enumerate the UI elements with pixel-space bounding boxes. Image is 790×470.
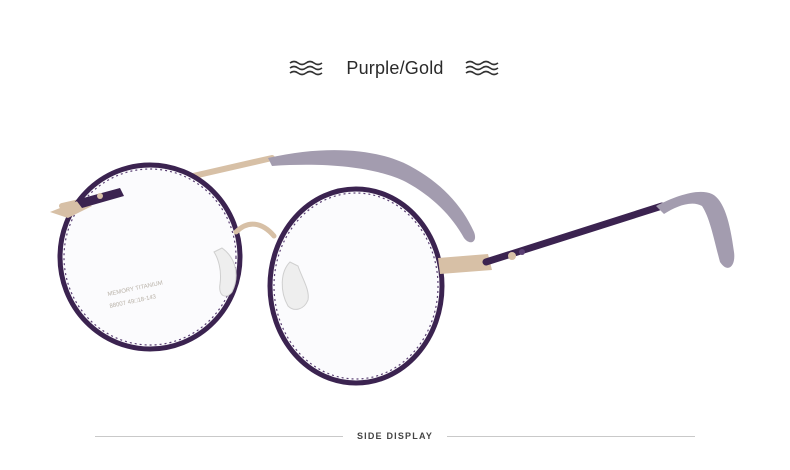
near-temple-arm xyxy=(482,191,735,268)
footer-divider: SIDE DISPLAY xyxy=(0,426,790,446)
side-display-label: SIDE DISPLAY xyxy=(356,431,434,441)
left-lens: MEMORY TITANIUM 88007 49□18-143 xyxy=(50,162,243,352)
eyeglasses-photo: MEMORY TITANIUM 88007 49□18-143 xyxy=(50,150,735,386)
footer-rule-right xyxy=(447,435,696,437)
footer-rule-left xyxy=(94,435,343,437)
bridge xyxy=(233,221,277,239)
